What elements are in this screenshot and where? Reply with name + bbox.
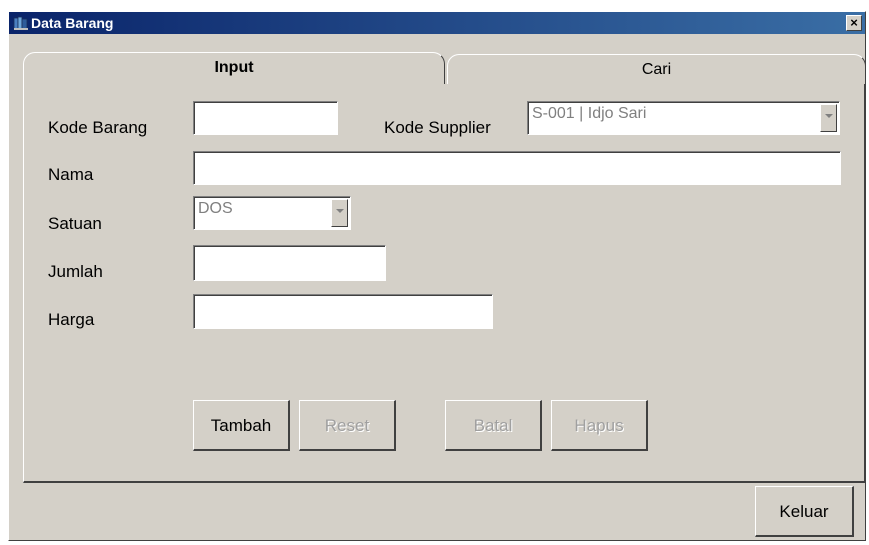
kode-barang-input[interactable] [193, 101, 338, 135]
tambah-button[interactable]: Tambah [193, 400, 290, 451]
window-title: Data Barang [31, 15, 114, 31]
jumlah-label: Jumlah [48, 262, 103, 281]
jumlah-input[interactable] [193, 245, 386, 281]
data-barang-window: Data Barang × Input Cari Kode Barang Kod… [8, 11, 866, 541]
kode-supplier-select[interactable]: S-001 | Idjo Sari [527, 101, 840, 135]
kode-supplier-value: S-001 | Idjo Sari [532, 105, 647, 122]
close-icon: × [850, 15, 858, 30]
satuan-select[interactable]: DOS [193, 196, 351, 230]
tab-input[interactable]: Input [23, 52, 445, 84]
kode-barang-label: Kode Barang [48, 118, 148, 137]
satuan-label: Satuan [48, 214, 102, 233]
harga-label: Harga [48, 310, 95, 329]
hapus-button[interactable]: Hapus [551, 400, 648, 451]
reset-button[interactable]: Reset [299, 400, 396, 451]
title-bar[interactable]: Data Barang × [9, 12, 865, 34]
keluar-button[interactable]: Keluar [755, 486, 854, 537]
chevron-down-icon[interactable] [820, 104, 837, 132]
nama-label: Nama [48, 165, 94, 184]
books-icon [13, 16, 28, 30]
nama-input[interactable] [193, 151, 841, 185]
kode-supplier-label: Kode Supplier [384, 118, 491, 137]
close-button[interactable]: × [846, 15, 862, 31]
tab-cari[interactable]: Cari [447, 54, 866, 84]
chevron-down-icon[interactable] [331, 199, 348, 227]
harga-input[interactable] [193, 294, 493, 329]
satuan-value: DOS [198, 200, 233, 217]
batal-button[interactable]: Batal [445, 400, 542, 451]
